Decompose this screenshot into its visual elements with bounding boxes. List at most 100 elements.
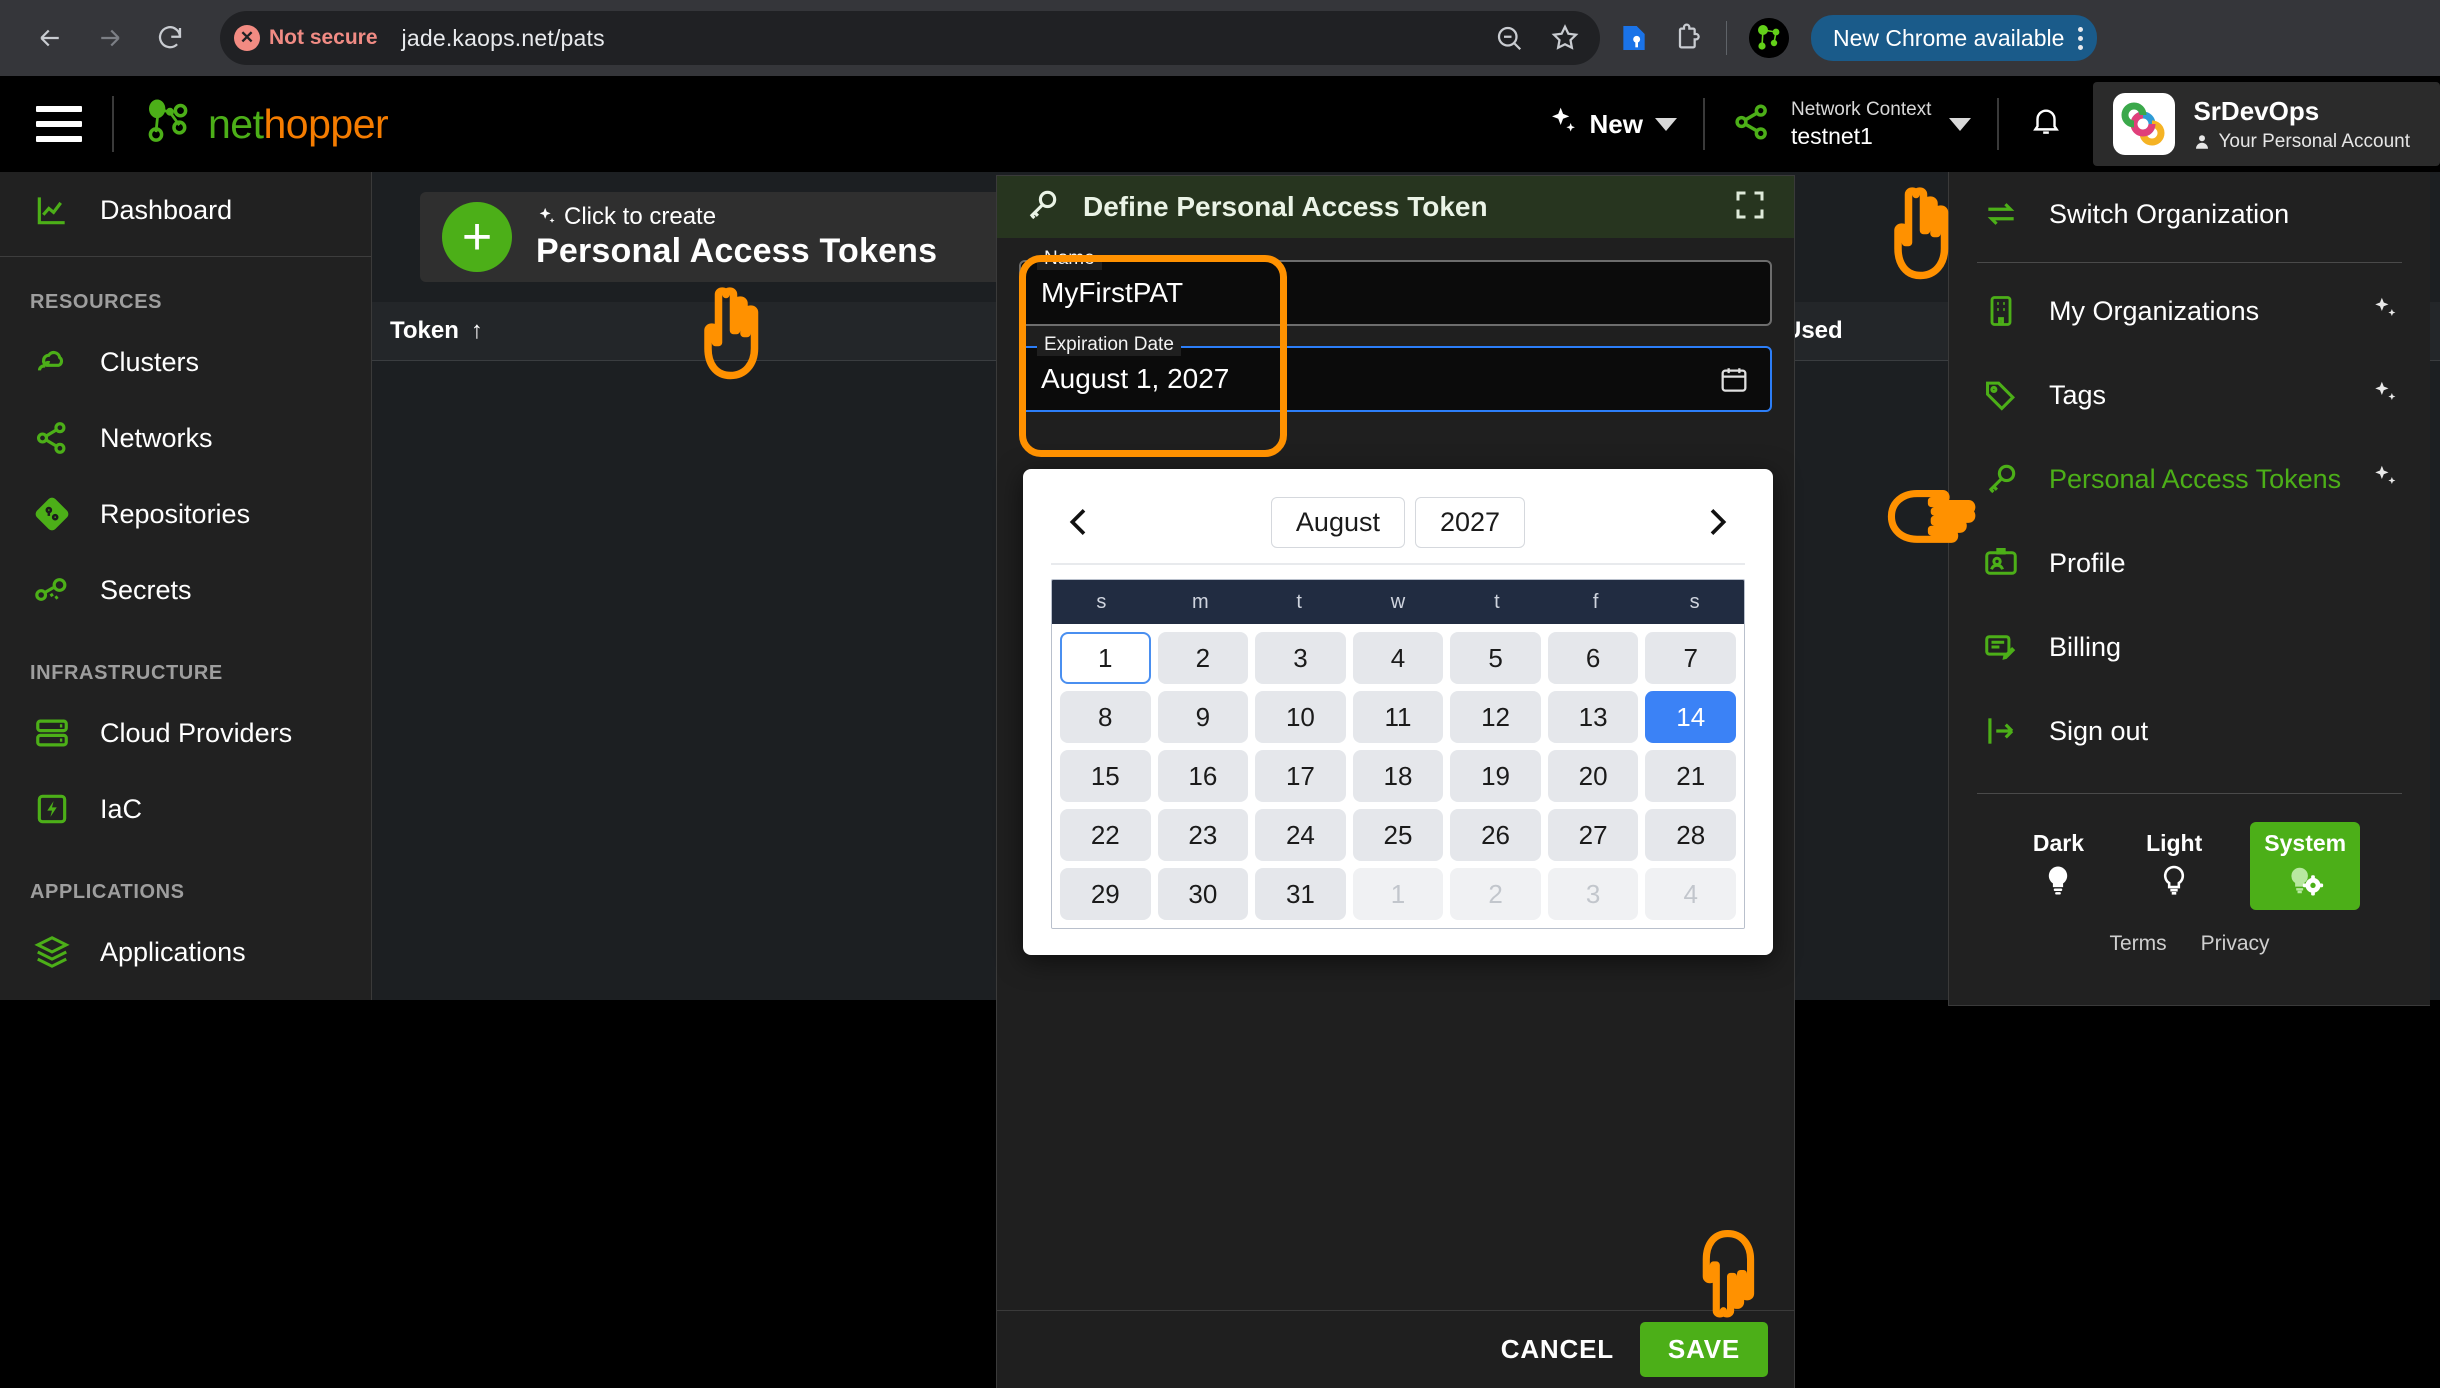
calendar-day-cell[interactable]: 5 [1450, 632, 1541, 684]
calendar-day-cell[interactable]: 12 [1450, 691, 1541, 743]
calendar-day-cell[interactable]: 26 [1450, 809, 1541, 861]
forward-arrow-icon[interactable] [82, 10, 138, 66]
calendar-day-cell[interactable]: 9 [1157, 691, 1249, 743]
dropdown-item-my-organizations[interactable]: My Organizations [1949, 269, 2430, 353]
dropdown-item-switch-organization[interactable]: Switch Organization [1949, 172, 2430, 256]
calendar-day-cell[interactable]: 8 [1060, 691, 1151, 743]
calendar-day-cell[interactable]: 15 [1060, 750, 1151, 802]
dropdown-item-profile[interactable]: Profile [1949, 521, 2430, 605]
new-menu-button[interactable]: New [1520, 105, 1703, 144]
calendar-day-cell[interactable]: 13 [1547, 691, 1639, 743]
calendar-day-cell[interactable]: 3 [1547, 868, 1639, 920]
lightbulb-outline-icon [2157, 863, 2191, 902]
theme-option-dark[interactable]: Dark [2019, 822, 2098, 910]
sidebar-item-clusters[interactable]: Clusters [0, 324, 371, 400]
network-context-text: Network Context testnet1 [1791, 99, 1931, 150]
reload-icon[interactable] [142, 10, 198, 66]
dropdown-item-sign-out[interactable]: Sign out [1949, 689, 2430, 773]
calendar-day-cell[interactable]: 4 [1645, 868, 1736, 920]
save-button[interactable]: SAVE [1639, 1322, 1768, 1377]
chevron-down-icon[interactable] [1949, 117, 1972, 131]
calendar-day-cell[interactable]: 2 [1157, 632, 1249, 684]
sparkle-icon [539, 207, 555, 224]
calendar-navigation: August 2027 [1051, 487, 1745, 557]
account-name: SrDevOps [2193, 95, 2320, 126]
chrome-menu-icon[interactable] [2078, 26, 2084, 50]
not-secure-badge[interactable]: ✕ Not secure [234, 25, 378, 51]
pat-expiration-field[interactable]: Expiration Date August 1, 2027 [1019, 334, 1772, 412]
previous-month-icon[interactable] [1051, 494, 1107, 550]
nethopper-logo[interactable]: nethopper [142, 96, 389, 152]
expand-icon[interactable] [1732, 187, 1768, 228]
extensions-icon[interactable] [1672, 22, 1704, 54]
account-menu-button[interactable]: SrDevOps Your Personal Account [2093, 82, 2440, 166]
calendar-day-cell[interactable]: 21 [1645, 750, 1736, 802]
year-select[interactable]: 2027 [1414, 496, 1526, 548]
next-month-icon[interactable] [1689, 494, 1745, 550]
calendar-day-cell[interactable]: 29 [1060, 868, 1151, 920]
new-chrome-available-button[interactable]: New Chrome available [1811, 15, 2098, 61]
calendar-day-cell[interactable]: 20 [1547, 750, 1639, 802]
network-context-selector[interactable]: Network Context testnet1 [1705, 99, 1997, 150]
zoom-out-icon[interactable] [1494, 23, 1524, 53]
sidebar-item-cloud-providers[interactable]: Cloud Providers [0, 695, 371, 771]
calendar-day-cell[interactable]: 11 [1352, 691, 1444, 743]
profile-avatar-icon[interactable] [1749, 18, 1789, 58]
pat-name-field[interactable]: Name MyFirstPAT [1019, 248, 1772, 326]
terms-link[interactable]: Terms [2109, 932, 2166, 956]
calendar-divider [1051, 563, 1745, 565]
sidebar: Dashboard RESOURCES Clusters Networks Re… [0, 172, 372, 1000]
cancel-button[interactable]: CANCEL [1501, 1334, 1614, 1365]
table-column-token[interactable]: Token ↑ [390, 317, 483, 345]
theme-option-system[interactable]: System [2250, 822, 2361, 910]
back-arrow-icon[interactable] [22, 10, 78, 66]
chevron-down-icon[interactable] [1655, 117, 1677, 131]
calendar-day-cell[interactable]: 28 [1645, 809, 1736, 861]
sidebar-item-iac[interactable]: IaC [0, 771, 371, 847]
dropdown-item-personal-access-tokens[interactable]: Personal Access Tokens [1949, 437, 2430, 521]
dialog-footer: CANCEL SAVE [997, 1310, 1794, 1388]
notifications-button[interactable] [1999, 105, 2093, 144]
calendar-icon[interactable] [1718, 364, 1750, 401]
star-icon[interactable] [1550, 23, 1580, 53]
calendar-day-cell[interactable]: 1 [1060, 632, 1151, 684]
sidebar-item-applications[interactable]: Applications [0, 914, 371, 990]
calendar-day-cell[interactable]: 17 [1255, 750, 1346, 802]
avatar [2113, 93, 2176, 155]
address-bar[interactable]: ✕ Not secure jade.kaops.net/pats [220, 11, 1600, 65]
calendar-day-cell[interactable]: 22 [1060, 809, 1151, 861]
calendar-day-cell[interactable]: 14 [1645, 691, 1736, 743]
month-select[interactable]: August [1270, 496, 1405, 548]
sidebar-item-secrets[interactable]: Secrets [0, 552, 371, 628]
calendar-day-cell[interactable]: 25 [1352, 809, 1444, 861]
calendar-day-cell[interactable]: 18 [1352, 750, 1444, 802]
calendar-day-cell[interactable]: 31 [1255, 868, 1346, 920]
calendar-day-cell[interactable]: 10 [1255, 691, 1346, 743]
sidebar-item-dashboard[interactable]: Dashboard [0, 172, 371, 248]
calendar-day-cell[interactable]: 2 [1450, 868, 1541, 920]
theme-option-light[interactable]: Light [2132, 822, 2216, 910]
privacy-link[interactable]: Privacy [2201, 932, 2270, 956]
calendar-day-cell[interactable]: 7 [1645, 632, 1736, 684]
password-manager-icon[interactable] [1618, 22, 1650, 54]
calendar-day-cell[interactable]: 1 [1352, 868, 1444, 920]
new-chrome-label: New Chrome available [1833, 24, 2065, 51]
calendar-day-cell[interactable]: 16 [1157, 750, 1249, 802]
sidebar-item-networks[interactable]: Networks [0, 400, 371, 476]
calendar-day-cell[interactable]: 27 [1547, 809, 1639, 861]
create-personal-access-token-card[interactable]: + Click to create Personal Access Tokens [420, 192, 1040, 282]
lightbulb-filled-icon [2041, 863, 2075, 902]
calendar-day-cell[interactable]: 19 [1450, 750, 1541, 802]
calendar-day-cell[interactable]: 30 [1157, 868, 1249, 920]
calendar-day-cell[interactable]: 23 [1157, 809, 1249, 861]
dropdown-item-tags[interactable]: Tags [1949, 353, 2430, 437]
hamburger-menu-icon[interactable] [36, 106, 82, 142]
dropdown-item-billing[interactable]: Billing [1949, 605, 2430, 689]
calendar-day-cell[interactable]: 3 [1255, 632, 1346, 684]
sidebar-item-repositories[interactable]: Repositories [0, 476, 371, 552]
sidebar-item-workflows[interactable]: Workflows [0, 990, 371, 1000]
calendar-selectors: August 2027 [1270, 496, 1526, 548]
calendar-day-cell[interactable]: 24 [1255, 809, 1346, 861]
calendar-day-cell[interactable]: 4 [1352, 632, 1444, 684]
calendar-day-cell[interactable]: 6 [1547, 632, 1639, 684]
